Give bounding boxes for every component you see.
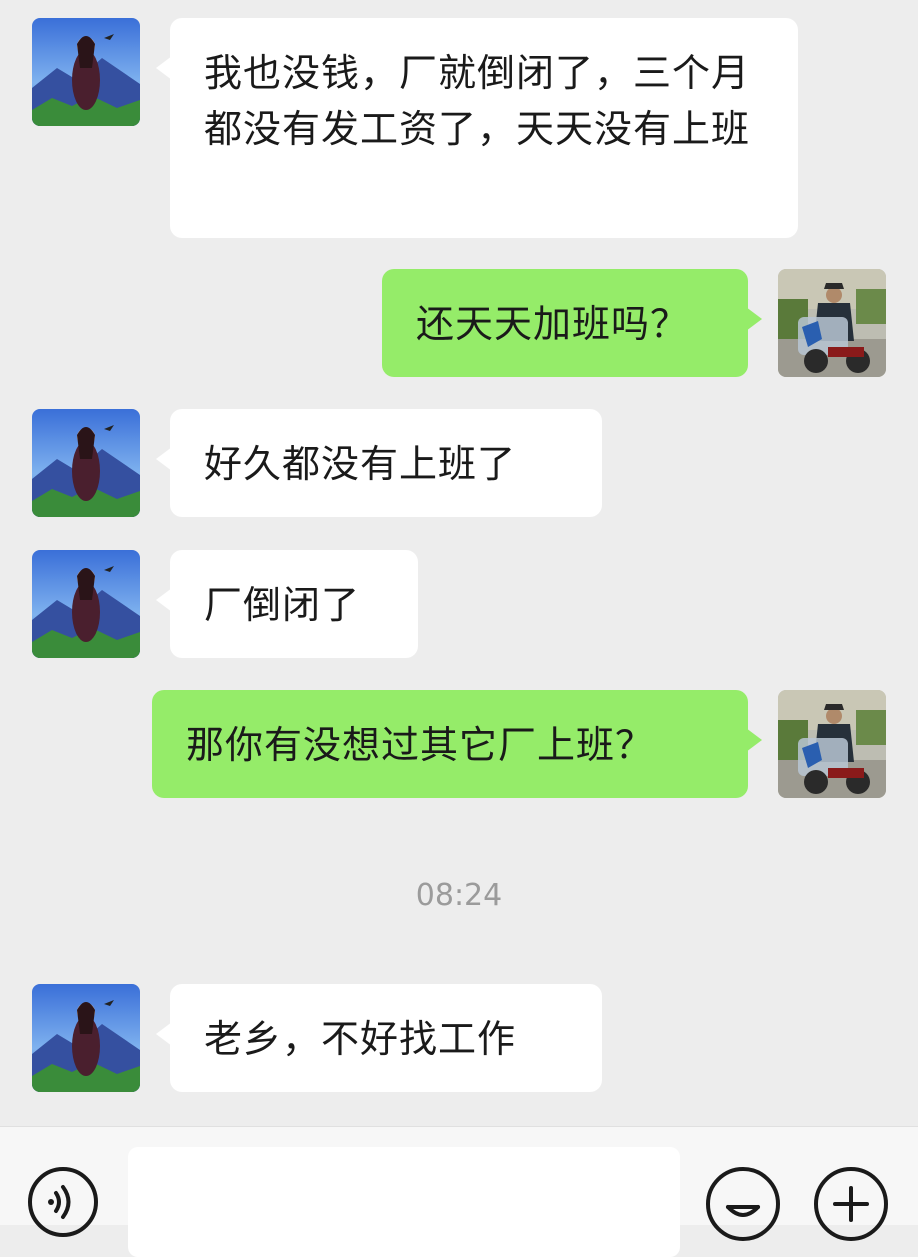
message-bubble-incoming[interactable]: 我也没钱，厂就倒闭了，三个月都没有发工资了，天天没有上班	[156, 18, 798, 238]
message-row: 那你有没想过其它厂上班？	[0, 690, 918, 798]
message-timestamp: 08:24	[415, 878, 503, 913]
self-avatar[interactable]	[778, 690, 886, 798]
message-bubble-outgoing[interactable]: 还天天加班吗？	[382, 269, 762, 377]
message-input[interactable]	[128, 1147, 680, 1257]
contact-avatar[interactable]	[32, 550, 140, 658]
voice-button[interactable]	[28, 1167, 98, 1237]
chat-area[interactable]: 我也没钱，厂就倒闭了，三个月都没有发工资了，天天没有上班 还天天加班吗？ 好久都…	[0, 0, 918, 1126]
message-row: 还天天加班吗？	[0, 269, 918, 377]
message-bubble-incoming[interactable]: 厂倒闭了	[156, 550, 418, 658]
contact-avatar[interactable]	[32, 984, 140, 1092]
contact-avatar[interactable]	[32, 18, 140, 126]
message-bubble-outgoing[interactable]: 那你有没想过其它厂上班？	[152, 690, 762, 798]
emoji-button[interactable]	[706, 1167, 780, 1241]
more-button[interactable]	[814, 1167, 888, 1241]
message-bubble-incoming[interactable]: 老乡，不好找工作	[156, 984, 602, 1092]
emoji-icon	[726, 1205, 760, 1217]
message-row: 厂倒闭了	[0, 550, 918, 658]
message-row: 老乡，不好找工作	[0, 984, 918, 1092]
self-avatar[interactable]	[778, 269, 886, 377]
input-bar	[0, 1126, 918, 1257]
message-bubble-incoming[interactable]: 好久都没有上班了	[156, 409, 602, 517]
contact-avatar[interactable]	[32, 409, 140, 517]
message-row: 我也没钱，厂就倒闭了，三个月都没有发工资了，天天没有上班	[0, 18, 918, 238]
message-row: 好久都没有上班了	[0, 409, 918, 517]
plus-icon	[833, 1186, 869, 1222]
